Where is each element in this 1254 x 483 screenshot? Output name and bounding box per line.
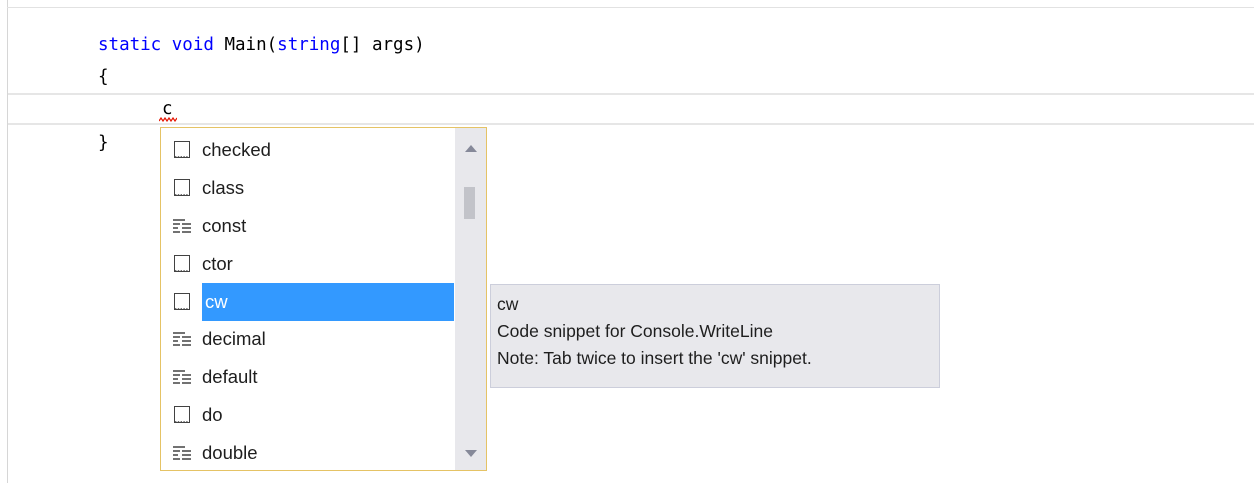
scroll-thumb[interactable] bbox=[464, 187, 475, 219]
keyword-static: static bbox=[98, 35, 162, 55]
snippet-icon bbox=[171, 139, 193, 161]
tooltip-description: Code snippet for Console.WriteLine bbox=[497, 321, 773, 341]
completion-item-label: checked bbox=[202, 138, 271, 160]
completion-item-label: double bbox=[202, 442, 258, 464]
snippet-icon bbox=[171, 291, 193, 313]
keyword-void: void bbox=[171, 35, 214, 55]
editor-top-border bbox=[7, 7, 1254, 8]
completion-item-label: class bbox=[202, 176, 245, 198]
completion-item-label: decimal bbox=[202, 328, 266, 350]
parameters: [] args) bbox=[340, 35, 425, 55]
completion-item-double[interactable]: double bbox=[161, 434, 455, 472]
completion-item-class[interactable]: class bbox=[161, 169, 455, 207]
completion-item-ctor[interactable]: ctor bbox=[161, 245, 455, 283]
editor-left-border bbox=[7, 0, 8, 483]
completion-items: checked class const ctor cw decimal defa… bbox=[161, 131, 455, 472]
tooltip-title: cw bbox=[497, 294, 519, 314]
snippet-icon bbox=[171, 177, 193, 199]
snippet-icon bbox=[171, 404, 193, 426]
close-brace[interactable]: } bbox=[98, 128, 109, 158]
completion-item-const[interactable]: const bbox=[161, 207, 455, 245]
code-line-main[interactable]: static void Main(string[] args) bbox=[98, 30, 425, 60]
type-string: string bbox=[277, 35, 341, 55]
snippet-icon bbox=[171, 253, 193, 275]
completion-item-label: const bbox=[202, 214, 247, 236]
completion-list[interactable]: checked class const ctor cw decimal defa… bbox=[160, 127, 487, 471]
completion-item-cw[interactable]: cw bbox=[161, 282, 455, 321]
error-squiggle-icon bbox=[159, 117, 177, 122]
selection-highlight bbox=[202, 282, 454, 321]
keyword-icon bbox=[171, 215, 193, 237]
completion-item-checked[interactable]: checked bbox=[161, 131, 455, 169]
completion-item-label: cw bbox=[205, 290, 228, 312]
completion-item-decimal[interactable]: decimal bbox=[161, 320, 455, 358]
scroll-down-icon[interactable] bbox=[455, 438, 486, 468]
open-brace[interactable]: { bbox=[98, 62, 109, 92]
keyword-icon bbox=[171, 366, 193, 388]
scroll-up-icon[interactable] bbox=[455, 134, 486, 164]
completion-item-label: ctor bbox=[202, 252, 233, 274]
method-name: Main( bbox=[224, 35, 278, 55]
completion-item-label: do bbox=[202, 404, 223, 426]
current-line-highlight bbox=[8, 93, 1254, 125]
completion-item-do[interactable]: do bbox=[161, 396, 455, 434]
keyword-icon bbox=[171, 442, 193, 464]
keyword-icon bbox=[171, 328, 193, 350]
completion-item-label: default bbox=[202, 366, 258, 388]
completion-item-default[interactable]: default bbox=[161, 358, 455, 396]
tooltip-note: Note: Tab twice to insert the 'cw' snipp… bbox=[497, 348, 812, 368]
quick-info-tooltip: cw Code snippet for Console.WriteLine No… bbox=[490, 284, 940, 388]
completion-scrollbar[interactable] bbox=[455, 128, 486, 470]
